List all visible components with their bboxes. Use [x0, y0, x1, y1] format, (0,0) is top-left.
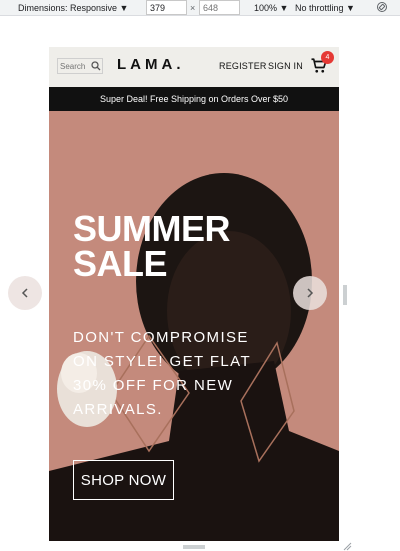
slider-prev-button[interactable] [8, 276, 42, 310]
chevron-right-icon [307, 288, 314, 298]
announcement-bar: Super Deal! Free Shipping on Orders Over… [49, 87, 339, 111]
slider-next-button[interactable] [293, 276, 327, 310]
resize-handle-right[interactable] [343, 285, 347, 305]
resize-handle-corner[interactable] [342, 541, 352, 551]
zoom-dropdown[interactable]: 100% ▼ [254, 0, 288, 16]
throttling-dropdown[interactable]: No throttling ▼ [295, 0, 355, 16]
search-input[interactable] [58, 61, 88, 71]
signin-link[interactable]: SIGN IN [268, 61, 303, 71]
height-input[interactable] [199, 0, 240, 15]
dimension-separator: × [190, 3, 196, 13]
rotate-icon[interactable] [376, 1, 388, 13]
hero-slider: SUMMER SALE DON'T COMPROMISE ON STYLE! G… [49, 111, 339, 541]
chevron-left-icon [21, 288, 28, 298]
width-input[interactable] [146, 0, 187, 15]
hero-description: DON'T COMPROMISE ON STYLE! GET FLAT 30% … [73, 329, 251, 418]
register-link[interactable]: REGISTER [219, 61, 267, 71]
shop-now-button[interactable]: SHOP NOW [73, 460, 174, 500]
navbar: LAMA. REGISTER SIGN IN 4 [49, 47, 339, 87]
dimensions-dropdown[interactable]: Dimensions: Responsive ▼ [18, 0, 128, 16]
search-box [57, 58, 103, 74]
logo[interactable]: LAMA. [117, 56, 185, 73]
cart-count-badge: 4 [321, 51, 334, 64]
search-icon[interactable] [90, 60, 102, 72]
devtools-device-toolbar: Dimensions: Responsive ▼ × 100% ▼ No thr… [0, 0, 400, 16]
resize-handle-bottom[interactable] [183, 545, 205, 549]
hero-title: SUMMER SALE [73, 208, 231, 284]
